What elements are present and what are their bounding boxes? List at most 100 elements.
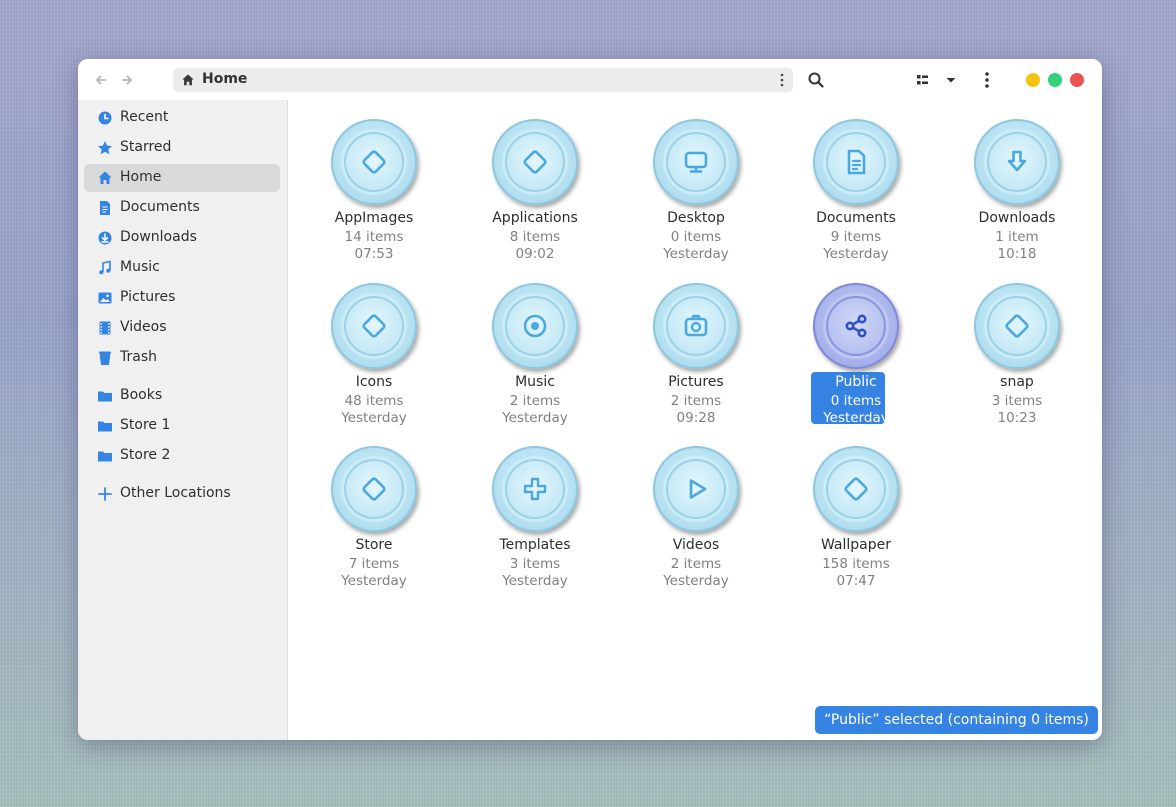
- file-item-count: 2 items: [670, 556, 722, 572]
- folder-disc: [813, 446, 899, 532]
- view-toggle-button[interactable]: [911, 68, 935, 92]
- file-item-count: 3 items: [509, 556, 561, 572]
- main-menu-button[interactable]: [975, 68, 999, 92]
- file-name: Documents: [816, 210, 896, 226]
- music-note-icon: [99, 260, 111, 275]
- header-bar: Home: [78, 59, 1102, 101]
- sidebar-item-pictures[interactable]: Pictures: [84, 284, 280, 312]
- sidebar-item-label: Books: [120, 387, 163, 403]
- close-button[interactable]: [1070, 73, 1084, 87]
- path-bar[interactable]: Home: [173, 68, 793, 92]
- file-item-count: 8 items: [509, 229, 561, 245]
- file-name: Desktop: [667, 210, 725, 226]
- chevron-down-icon: [946, 78, 956, 83]
- sidebar-item-starred[interactable]: Starred: [84, 134, 280, 162]
- plus-icon: [98, 487, 112, 501]
- folder-icons[interactable]: Icons 48 items Yesterday: [299, 283, 449, 443]
- folder-templates[interactable]: Templates 3 items Yesterday: [460, 446, 610, 606]
- folder-snap[interactable]: snap 3 items 10:23: [942, 283, 1092, 443]
- sidebar-item-music[interactable]: Music: [84, 254, 280, 282]
- file-modified-time: 10:18: [997, 246, 1037, 262]
- folder-music[interactable]: Music 2 items Yesterday: [460, 283, 610, 443]
- file-manager-window: Home Recent Starred Home Documents Downl…: [78, 59, 1102, 740]
- sidebar-item-label: Documents: [120, 199, 200, 215]
- sidebar-item-trash[interactable]: Trash: [84, 344, 280, 372]
- folder-disc: [492, 446, 578, 532]
- folder-disc: [331, 119, 417, 205]
- folder-pictures[interactable]: Pictures 2 items 09:28: [621, 283, 771, 443]
- file-name: Music: [515, 374, 555, 390]
- file-item-count: 14 items: [344, 229, 404, 245]
- sidebar-item-videos[interactable]: Videos: [84, 314, 280, 342]
- file-name: Templates: [499, 537, 571, 553]
- file-modified-time: 07:47: [836, 573, 876, 589]
- sidebar-item-other-locations[interactable]: Other Locations: [84, 480, 280, 508]
- folder-public[interactable]: Public 0 items Yesterday: [781, 283, 931, 443]
- path-label: Home: [202, 71, 248, 87]
- file-item-count: 2 items: [509, 393, 561, 409]
- file-item-count: 48 items: [344, 393, 404, 409]
- folder-icon: [98, 421, 112, 432]
- folder-documents[interactable]: Documents 9 items Yesterday: [781, 119, 931, 279]
- diamond-icon: [362, 150, 386, 174]
- back-button[interactable]: [90, 69, 112, 91]
- path-menu-icon[interactable]: [779, 72, 785, 88]
- file-name: Videos: [672, 537, 720, 553]
- sidebar-item-home[interactable]: Home: [84, 164, 280, 192]
- sidebar-item-label: Store 1: [120, 417, 171, 433]
- plus-icon: [523, 477, 547, 501]
- file-name: Pictures: [668, 374, 724, 390]
- document-icon: [847, 149, 866, 175]
- folder-downloads[interactable]: Downloads 1 item 10:18: [942, 119, 1092, 279]
- arrow-right-icon: [122, 75, 132, 85]
- file-item-count: 0 items: [830, 393, 882, 409]
- folder-applications[interactable]: Applications 8 items 09:02: [460, 119, 610, 279]
- search-icon: [808, 72, 824, 88]
- kebab-menu-icon: [985, 72, 989, 88]
- sidebar: Recent Starred Home Documents Downloads …: [78, 100, 288, 740]
- folder-wallpaper[interactable]: Wallpaper 158 items 07:47: [781, 446, 931, 606]
- download-arrow-icon: [1007, 150, 1027, 172]
- file-modified-time: Yesterday: [341, 573, 407, 589]
- folder-disc: [331, 446, 417, 532]
- sidebar-item-recent[interactable]: Recent: [84, 104, 280, 132]
- view-options-button[interactable]: [939, 68, 963, 92]
- folder-icon: [98, 451, 112, 462]
- arrow-left-icon: [96, 75, 106, 85]
- folder-disc: [974, 283, 1060, 369]
- sidebar-item-label: Downloads: [120, 229, 197, 245]
- share-icon: [845, 314, 867, 338]
- folder-store[interactable]: Store 7 items Yesterday: [299, 446, 449, 606]
- file-item-count: 2 items: [670, 393, 722, 409]
- file-name: Downloads: [978, 210, 1056, 226]
- sidebar-item-documents[interactable]: Documents: [84, 194, 280, 222]
- folder-videos[interactable]: Videos 2 items Yesterday: [621, 446, 771, 606]
- sidebar-item-store-1[interactable]: Store 1: [84, 412, 280, 440]
- maximize-button[interactable]: [1048, 73, 1062, 87]
- folder-disc: [653, 119, 739, 205]
- sidebar-item-downloads[interactable]: Downloads: [84, 224, 280, 252]
- diamond-icon: [523, 150, 547, 174]
- sidebar-item-label: Store 2: [120, 447, 171, 463]
- file-modified-time: Yesterday: [823, 410, 889, 426]
- folder-appimages[interactable]: AppImages 14 items 07:53: [299, 119, 449, 279]
- record-icon: [523, 314, 547, 338]
- sidebar-item-books[interactable]: Books: [84, 382, 280, 410]
- trash-icon: [99, 351, 111, 365]
- forward-button[interactable]: [116, 69, 138, 91]
- file-modified-time: Yesterday: [823, 246, 889, 262]
- folder-desktop[interactable]: Desktop 0 items Yesterday: [621, 119, 771, 279]
- sidebar-item-label: Recent: [120, 109, 169, 125]
- file-modified-time: 10:23: [997, 410, 1037, 426]
- file-modified-time: Yesterday: [502, 410, 568, 426]
- monitor-icon: [684, 151, 708, 173]
- sidebar-item-store-2[interactable]: Store 2: [84, 442, 280, 470]
- file-name: snap: [1000, 374, 1034, 390]
- sidebar-item-label: Home: [120, 169, 162, 185]
- minimize-button[interactable]: [1026, 73, 1040, 87]
- home-icon: [182, 74, 194, 86]
- file-item-count: 3 items: [991, 393, 1043, 409]
- file-item-count: 1 item: [995, 229, 1039, 245]
- search-button[interactable]: [804, 68, 828, 92]
- file-name: Store: [355, 537, 393, 553]
